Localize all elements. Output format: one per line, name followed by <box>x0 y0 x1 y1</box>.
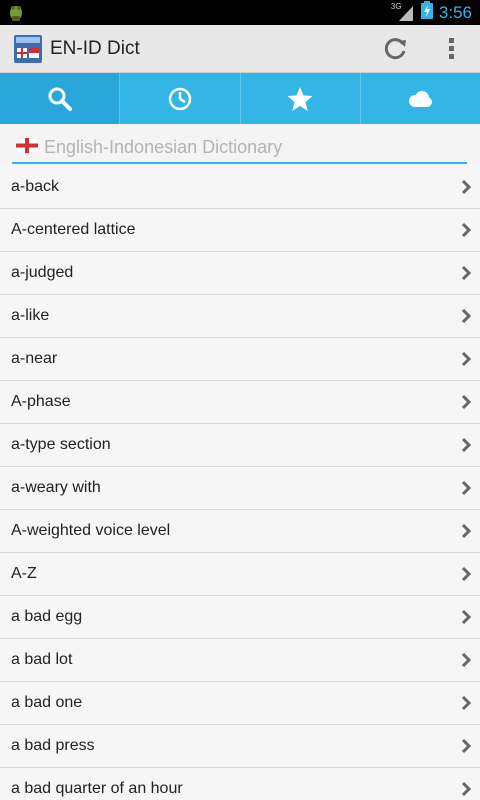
chevron-right-icon <box>461 179 472 195</box>
list-item[interactable]: A-phase <box>0 381 480 424</box>
word-list: a-back A-centered lattice a-judged a-like a-… <box>0 166 480 800</box>
list-item[interactable]: a-type section <box>0 424 480 467</box>
list-item[interactable]: a bad one <box>0 682 480 725</box>
list-item-label: a-type section <box>11 436 111 453</box>
chevron-right-icon <box>461 566 472 582</box>
list-item[interactable]: a bad press <box>0 725 480 768</box>
refresh-button[interactable] <box>380 33 412 65</box>
list-item[interactable]: a bad quarter of an hour <box>0 768 480 800</box>
chevron-right-icon <box>461 308 472 324</box>
tab-search[interactable] <box>0 73 121 124</box>
list-item[interactable]: a-like <box>0 295 480 338</box>
refresh-icon <box>384 38 406 60</box>
chevron-right-icon <box>461 695 472 711</box>
list-item-label: A-centered lattice <box>11 221 136 238</box>
search-input[interactable] <box>44 134 459 160</box>
list-item[interactable]: A-weighted voice level <box>0 510 480 553</box>
overflow-menu-button[interactable] <box>436 33 468 65</box>
chevron-right-icon <box>461 351 472 367</box>
list-item[interactable]: a-weary with <box>0 467 480 510</box>
list-item-label: a-judged <box>11 264 74 281</box>
list-item[interactable]: a-back <box>0 166 480 209</box>
list-item[interactable]: a bad lot <box>0 639 480 682</box>
android-notification-icon <box>6 2 26 22</box>
chevron-right-icon <box>461 738 472 754</box>
chevron-right-icon <box>461 523 472 539</box>
list-item-label: A-Z <box>11 565 37 582</box>
dictionary-app-icon <box>14 35 42 63</box>
search-box <box>12 132 467 164</box>
list-item-label: a bad press <box>11 737 95 754</box>
overflow-menu-icon <box>449 38 454 59</box>
list-item[interactable]: a-judged <box>0 252 480 295</box>
chevron-right-icon <box>461 480 472 496</box>
list-item-label: a bad one <box>11 694 83 711</box>
list-item[interactable]: a bad egg <box>0 596 480 639</box>
chevron-right-icon <box>461 437 472 453</box>
search-icon <box>48 87 72 111</box>
list-item-label: a-back <box>11 178 60 195</box>
chevron-right-icon <box>461 781 472 797</box>
list-item-label: A-phase <box>11 393 71 410</box>
network-type: 3G <box>390 1 402 11</box>
tab-favorites[interactable] <box>241 73 361 124</box>
list-item-label: a bad quarter of an hour <box>11 780 183 797</box>
signal-icon: 3G <box>390 1 415 23</box>
app-title: EN-ID Dict <box>50 38 140 59</box>
chevron-right-icon <box>461 394 472 410</box>
list-item[interactable]: a-near <box>0 338 480 381</box>
tab-cloud[interactable] <box>361 73 480 124</box>
list-item-label: a-like <box>11 307 50 324</box>
english-flag-icon <box>15 137 39 154</box>
clock-time: 3:56 <box>438 2 472 22</box>
chevron-right-icon <box>461 609 472 625</box>
list-item[interactable]: A-centered lattice <box>0 209 480 252</box>
action-bar: EN-ID Dict <box>0 25 480 73</box>
tab-history[interactable] <box>120 73 241 124</box>
chevron-right-icon <box>461 652 472 668</box>
list-item-label: A-weighted voice level <box>11 522 171 539</box>
star-icon <box>287 86 313 111</box>
list-item-label: a bad lot <box>11 651 73 668</box>
cloud-icon <box>409 90 433 107</box>
list-item-label: a-near <box>11 350 58 367</box>
list-item-label: a bad egg <box>11 608 83 625</box>
clock-icon <box>168 87 192 110</box>
list-item-label: a-weary with <box>11 479 101 496</box>
status-bar: 3G 3:56 <box>0 0 480 25</box>
chevron-right-icon <box>461 265 472 281</box>
battery-icon <box>420 1 433 24</box>
chevron-right-icon <box>461 222 472 238</box>
list-item[interactable]: A-Z <box>0 553 480 596</box>
tab-bar <box>0 73 480 124</box>
